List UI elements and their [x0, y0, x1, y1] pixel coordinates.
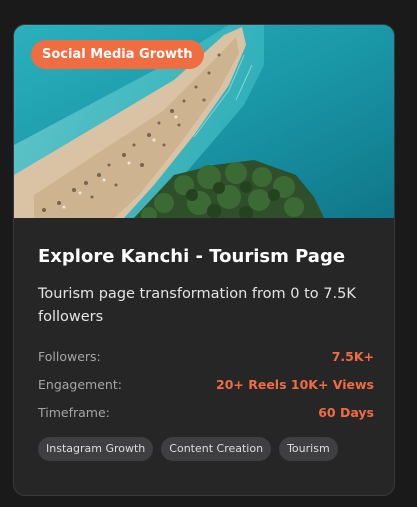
stat-followers: Followers: 7.5K+ — [38, 342, 374, 370]
tag-instagram-growth: Instagram Growth — [38, 437, 154, 461]
tag-list: Instagram Growth Content Creation Touris… — [38, 437, 374, 461]
stat-value: 20+ Reels 10K+ Views — [216, 376, 374, 392]
stat-value: 60 Days — [318, 404, 374, 420]
stat-value: 7.5K+ — [331, 348, 374, 364]
project-title: Explore Kanchi - Tourism Page — [38, 246, 346, 267]
category-badge: Social Media Growth — [31, 40, 204, 69]
stat-label: Engagement: — [38, 376, 122, 392]
stat-timeframe: Timeframe: 60 Days — [38, 398, 374, 426]
stat-label: Followers: — [38, 348, 101, 364]
stats-list: Followers: 7.5K+ Engagement: 20+ Reels 1… — [38, 342, 374, 426]
tag-content-creation: Content Creation — [161, 437, 272, 461]
tag-tourism: Tourism — [279, 437, 338, 461]
project-description: Tourism page transformation from 0 to 7.… — [38, 286, 356, 325]
card-body: Explore Kanchi - Tourism Page Tourism pa… — [38, 218, 374, 461]
project-image: Social Media Growth — [14, 25, 394, 218]
stat-engagement: Engagement: 20+ Reels 10K+ Views — [38, 370, 374, 398]
stat-label: Timeframe: — [38, 404, 110, 420]
project-card[interactable]: Social Media Growth Explore Kanchi - Tou… — [13, 24, 395, 496]
